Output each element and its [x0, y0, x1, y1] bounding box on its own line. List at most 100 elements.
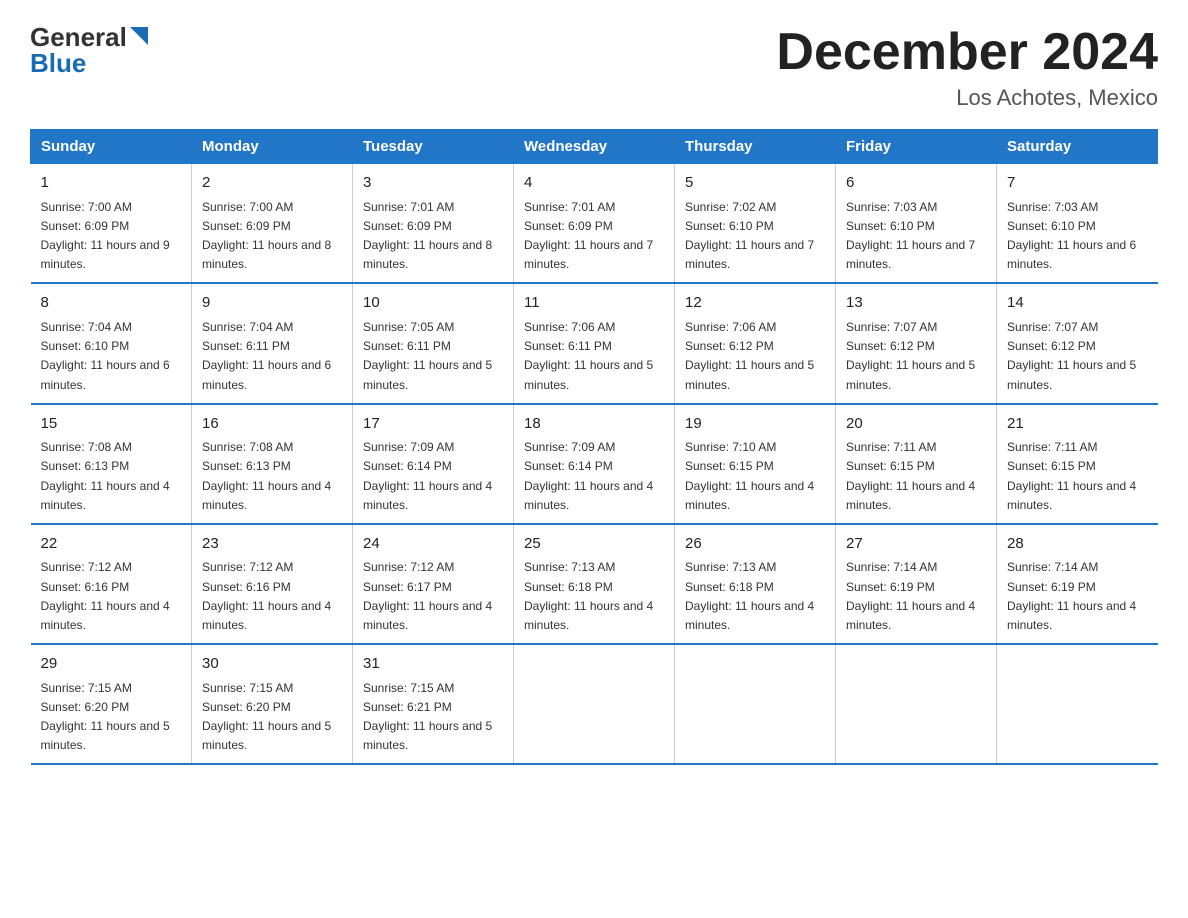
day-info: Sunrise: 7:12 AMSunset: 6:17 PMDaylight:… — [363, 560, 492, 632]
day-info: Sunrise: 7:13 AMSunset: 6:18 PMDaylight:… — [524, 560, 653, 632]
day-number: 20 — [846, 413, 986, 436]
day-info: Sunrise: 7:14 AMSunset: 6:19 PMDaylight:… — [846, 560, 975, 632]
logo-blue-text: Blue — [30, 50, 148, 76]
table-row: 3 Sunrise: 7:01 AMSunset: 6:09 PMDaylight… — [353, 164, 514, 284]
logo-general-text: General — [30, 24, 127, 50]
table-row: 17Sunrise: 7:09 AMSunset: 6:14 PMDayligh… — [353, 404, 514, 524]
day-info: Sunrise: 7:03 AMSunset: 6:10 PMDaylight:… — [1007, 200, 1136, 272]
day-number: 26 — [685, 533, 825, 556]
day-info: Sunrise: 7:11 AMSunset: 6:15 PMDaylight:… — [846, 440, 975, 512]
day-number: 2 — [202, 172, 342, 195]
day-number: 4 — [524, 172, 664, 195]
table-row: 8Sunrise: 7:04 AMSunset: 6:10 PMDaylight… — [31, 283, 192, 403]
day-info: Sunrise: 7:15 AMSunset: 6:21 PMDaylight:… — [363, 681, 492, 753]
table-row: 2 Sunrise: 7:00 AMSunset: 6:09 PMDaylight… — [192, 164, 353, 284]
logo-block: General Blue — [30, 24, 148, 76]
table-row: 28Sunrise: 7:14 AMSunset: 6:19 PMDayligh… — [997, 524, 1158, 644]
day-number: 14 — [1007, 292, 1148, 315]
table-row: 14 Sunrise: 7:07 AMSunset: 6:12 PMDayligh… — [997, 283, 1158, 403]
day-number: 7 — [1007, 172, 1148, 195]
day-number: 22 — [41, 533, 182, 556]
table-row: 7 Sunrise: 7:03 AMSunset: 6:10 PMDaylight… — [997, 164, 1158, 284]
table-row: 5 Sunrise: 7:02 AMSunset: 6:10 PMDaylight… — [675, 164, 836, 284]
day-number: 17 — [363, 413, 503, 436]
table-row: 23 Sunrise: 7:12 AMSunset: 6:16 PMDayligh… — [192, 524, 353, 644]
day-number: 23 — [202, 533, 342, 556]
table-row — [997, 644, 1158, 764]
day-number: 21 — [1007, 413, 1148, 436]
table-row: 21 Sunrise: 7:11 AMSunset: 6:15 PMDayligh… — [997, 404, 1158, 524]
logo-arrow-icon — [130, 27, 148, 50]
table-row: 18Sunrise: 7:09 AMSunset: 6:14 PMDayligh… — [514, 404, 675, 524]
table-row: 11Sunrise: 7:06 AMSunset: 6:11 PMDayligh… — [514, 283, 675, 403]
table-row: 26 Sunrise: 7:13 AMSunset: 6:18 PMDayligh… — [675, 524, 836, 644]
table-row: 12 Sunrise: 7:06 AMSunset: 6:12 PMDayligh… — [675, 283, 836, 403]
day-info: Sunrise: 7:01 AMSunset: 6:09 PMDaylight:… — [363, 200, 492, 272]
day-info: Sunrise: 7:00 AMSunset: 6:09 PMDaylight:… — [202, 200, 331, 272]
table-row: 4 Sunrise: 7:01 AMSunset: 6:09 PMDaylight… — [514, 164, 675, 284]
day-info: Sunrise: 7:05 AMSunset: 6:11 PMDaylight:… — [363, 320, 492, 392]
day-number: 19 — [685, 413, 825, 436]
table-row: 20 Sunrise: 7:11 AMSunset: 6:15 PMDayligh… — [836, 404, 997, 524]
day-info: Sunrise: 7:12 AMSunset: 6:16 PMDaylight:… — [202, 560, 331, 632]
day-number: 15 — [41, 413, 182, 436]
table-row: 6 Sunrise: 7:03 AMSunset: 6:10 PMDaylight… — [836, 164, 997, 284]
day-info: Sunrise: 7:08 AMSunset: 6:13 PMDaylight:… — [41, 440, 170, 512]
day-info: Sunrise: 7:07 AMSunset: 6:12 PMDaylight:… — [1007, 320, 1136, 392]
day-info: Sunrise: 7:11 AMSunset: 6:15 PMDaylight:… — [1007, 440, 1136, 512]
table-row: 25 Sunrise: 7:13 AMSunset: 6:18 PMDayligh… — [514, 524, 675, 644]
day-info: Sunrise: 7:09 AMSunset: 6:14 PMDaylight:… — [524, 440, 653, 512]
col-saturday: Saturday — [997, 130, 1158, 164]
day-number: 11 — [524, 292, 664, 315]
day-number: 12 — [685, 292, 825, 315]
day-number: 28 — [1007, 533, 1148, 556]
day-info: Sunrise: 7:08 AMSunset: 6:13 PMDaylight:… — [202, 440, 331, 512]
day-number: 29 — [41, 653, 182, 676]
table-row: 10Sunrise: 7:05 AMSunset: 6:11 PMDayligh… — [353, 283, 514, 403]
day-number: 5 — [685, 172, 825, 195]
title-block: December 2024 Los Achotes, Mexico — [776, 24, 1158, 111]
day-number: 1 — [41, 172, 182, 195]
day-info: Sunrise: 7:04 AMSunset: 6:10 PMDaylight:… — [41, 320, 170, 392]
logo: General Blue — [30, 24, 148, 76]
col-thursday: Thursday — [675, 130, 836, 164]
calendar-title: December 2024 — [776, 24, 1158, 81]
day-number: 13 — [846, 292, 986, 315]
day-number: 9 — [202, 292, 342, 315]
table-row: 15 Sunrise: 7:08 AMSunset: 6:13 PMDayligh… — [31, 404, 192, 524]
day-number: 6 — [846, 172, 986, 195]
table-row: 31 Sunrise: 7:15 AMSunset: 6:21 PMDayligh… — [353, 644, 514, 764]
day-info: Sunrise: 7:02 AMSunset: 6:10 PMDaylight:… — [685, 200, 814, 272]
day-info: Sunrise: 7:01 AMSunset: 6:09 PMDaylight:… — [524, 200, 653, 272]
calendar-table: Sunday Monday Tuesday Wednesday Thursday… — [30, 129, 1158, 765]
calendar-subtitle: Los Achotes, Mexico — [776, 85, 1158, 111]
day-number: 25 — [524, 533, 664, 556]
table-row: 1Sunrise: 7:00 AMSunset: 6:09 PMDaylight… — [31, 164, 192, 284]
day-number: 24 — [363, 533, 503, 556]
table-row: 24 Sunrise: 7:12 AMSunset: 6:17 PMDayligh… — [353, 524, 514, 644]
calendar-header: Sunday Monday Tuesday Wednesday Thursday… — [31, 130, 1158, 164]
col-wednesday: Wednesday — [514, 130, 675, 164]
table-row: 13 Sunrise: 7:07 AMSunset: 6:12 PMDayligh… — [836, 283, 997, 403]
day-info: Sunrise: 7:12 AMSunset: 6:16 PMDaylight:… — [41, 560, 170, 632]
col-friday: Friday — [836, 130, 997, 164]
day-info: Sunrise: 7:04 AMSunset: 6:11 PMDaylight:… — [202, 320, 331, 392]
table-row: 22 Sunrise: 7:12 AMSunset: 6:16 PMDayligh… — [31, 524, 192, 644]
day-number: 27 — [846, 533, 986, 556]
day-info: Sunrise: 7:13 AMSunset: 6:18 PMDaylight:… — [685, 560, 814, 632]
col-monday: Monday — [192, 130, 353, 164]
day-number: 30 — [202, 653, 342, 676]
day-info: Sunrise: 7:03 AMSunset: 6:10 PMDaylight:… — [846, 200, 975, 272]
day-info: Sunrise: 7:15 AMSunset: 6:20 PMDaylight:… — [41, 681, 170, 753]
table-row: 9 Sunrise: 7:04 AMSunset: 6:11 PMDaylight… — [192, 283, 353, 403]
day-info: Sunrise: 7:06 AMSunset: 6:12 PMDaylight:… — [685, 320, 814, 392]
day-info: Sunrise: 7:15 AMSunset: 6:20 PMDaylight:… — [202, 681, 331, 753]
day-number: 31 — [363, 653, 503, 676]
col-sunday: Sunday — [31, 130, 192, 164]
day-info: Sunrise: 7:10 AMSunset: 6:15 PMDaylight:… — [685, 440, 814, 512]
day-info: Sunrise: 7:07 AMSunset: 6:12 PMDaylight:… — [846, 320, 975, 392]
calendar-body: 1 Sunrise: 7:00 AMSunset: 6:09 PMDaylight… — [31, 164, 1158, 765]
table-row — [675, 644, 836, 764]
day-number: 3 — [363, 172, 503, 195]
table-row: 27 Sunrise: 7:14 AMSunset: 6:19 PMDayligh… — [836, 524, 997, 644]
